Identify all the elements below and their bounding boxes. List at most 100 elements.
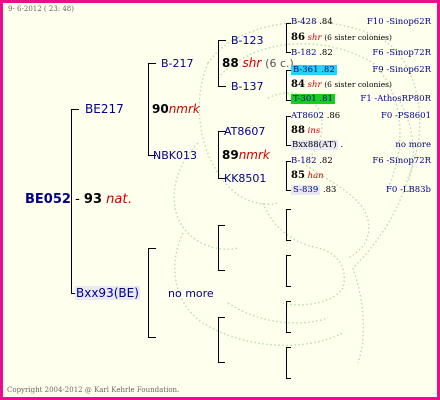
gen2-mother[interactable]: BE217 [85, 102, 124, 116]
gen5-id: B-182 [291, 156, 317, 166]
gen5-id: B-361 [293, 65, 319, 75]
gen5-row[interactable]: Bxx88(AT) . [291, 140, 343, 150]
connector-gen4-7 [286, 301, 287, 333]
gen5-origin: F6 -Sinop72R [372, 48, 431, 58]
connector-gen4-1 [286, 23, 287, 53]
gen3-mf-id[interactable]: NBK013 [153, 149, 197, 162]
gen5-highlighted-entry: B-361 .82 [291, 65, 337, 75]
gen4-a-year: 88 [222, 56, 239, 70]
gen5-note: (6 sister colonies) [324, 80, 392, 89]
gen5-origin: F10 -Sinop62R [366, 17, 431, 27]
gen5-origin: F6 -Sinop72R [372, 156, 431, 166]
connector-gen4-4 [286, 161, 287, 191]
connector-gen3-a [218, 40, 219, 87]
gen5-year: 85 [291, 170, 305, 181]
gen5-mark-row: 84 shr (6 sister colonies) [291, 79, 392, 90]
gen5-origin: F1 -AthosRP80R [360, 94, 431, 104]
connector-gen3-c [218, 225, 219, 271]
gen5-row[interactable]: AT8602 .86 [291, 111, 340, 121]
gen5-year: 88 [291, 125, 305, 136]
gen1-id: BE052 [25, 192, 71, 207]
gen5-id: B-182 [291, 48, 317, 58]
gen5-year: .86 [326, 111, 341, 121]
gen5-origin: F0 -LB83b [385, 185, 431, 195]
gen3-mm-mark: 90nmrk [152, 102, 200, 116]
gen5-origin: F0 -PS8601 [380, 111, 431, 121]
connector-tick [286, 332, 291, 333]
gen5-id: T-301 [293, 94, 317, 104]
gen5-id: Bxx88(AT) [291, 140, 338, 150]
gen4-d-id[interactable]: KK8501 [224, 172, 266, 185]
gen5-row[interactable]: B-361 .82 [291, 65, 337, 75]
connector-gen2-father-bottom [148, 337, 156, 338]
connector-gen3-a-top [218, 40, 226, 41]
gen5-highlighted-entry: T-301 .81 [291, 94, 335, 104]
gen5-year: .82 [321, 65, 335, 75]
gen5-origin: no more [395, 140, 431, 150]
connector-gen2-mother [148, 63, 149, 156]
gen5-year: .83 [322, 185, 337, 195]
connector-gen2-mother-top [148, 63, 156, 64]
gen5-id: S-839 [291, 185, 321, 195]
gen5-mark: han [307, 171, 324, 181]
connector-gen3-c-bottom [218, 270, 225, 271]
gen5-dot: . [340, 140, 344, 150]
gen5-year: .82 [319, 156, 333, 166]
gen5-mark-row: 86 shr (6 sister colonies) [291, 32, 392, 43]
connector-gen3-b [218, 131, 219, 179]
gen1-mark: nat [106, 192, 128, 207]
gen5-year: .82 [319, 48, 333, 58]
gen5-year: .84 [319, 17, 333, 27]
connector-tick [286, 255, 291, 256]
gen4-a-mark: 88 shr (6 c.) [222, 56, 294, 70]
connector-gen1-top [71, 109, 79, 110]
gen5-mark-row: 88 ins [291, 125, 320, 136]
gen5-year: 84 [291, 79, 305, 90]
gen5-mark: shr [307, 33, 322, 43]
connector-gen4-2 [286, 70, 287, 101]
gen5-mark: shr [307, 80, 322, 90]
connector-tick [286, 209, 291, 210]
gen5-row[interactable]: B-182 .82 [291, 48, 333, 58]
connector-gen4-5 [286, 209, 287, 241]
gen1-queen[interactable]: BE052 - 93 nat. [25, 192, 132, 207]
connector-tick [286, 347, 291, 348]
gen4-a-note: (6 c.) [265, 57, 294, 70]
gen5-row[interactable]: T-301 .81 [291, 94, 335, 104]
gen3-mf-mark: 89nmrk [222, 148, 270, 162]
connector-tick [286, 378, 291, 379]
gen1-dot: . [127, 192, 132, 207]
gen5-row[interactable]: S-839 .83 [291, 185, 336, 195]
gen5-origin: F9 -Sinop62R [372, 65, 431, 75]
gen3-mm-id[interactable]: B-217 [161, 57, 194, 70]
gen3-mm-mark-text: nmrk [168, 102, 200, 116]
timestamp: 9- 6-2012 ( 23: 48) [8, 5, 74, 13]
gen5-row[interactable]: B-428 .84 [291, 17, 333, 27]
connector-gen3-a-bottom [218, 86, 226, 87]
connector-gen3-c-top [218, 225, 225, 226]
connector-gen3-d-bottom [218, 362, 225, 363]
connector-tick [286, 286, 291, 287]
connector-gen3-d [218, 317, 219, 363]
gen5-row[interactable]: B-182 .82 [291, 156, 333, 166]
gen3-mm-year: 90 [152, 102, 169, 116]
copyright: Copyright 2004-2012 @ Karl Kehrle Founda… [7, 386, 180, 394]
connector-gen4-8 [286, 347, 287, 379]
gen3-mf-year: 89 [222, 148, 239, 162]
gen4-a-mark-text: shr [242, 56, 262, 70]
gen5-mark-row: 85 han [291, 170, 324, 181]
gen1-year: 93 [83, 192, 103, 207]
gen2-father-note: no more [168, 287, 214, 300]
connector-gen4-6 [286, 255, 287, 287]
connector-tick [286, 240, 291, 241]
connector-gen4-3 [286, 116, 287, 146]
gen5-year: 86 [291, 32, 305, 43]
connector-tick [286, 301, 291, 302]
gen5-year: .81 [319, 94, 333, 104]
gen4-a-id[interactable]: B-123 [231, 34, 264, 47]
gen4-c-id[interactable]: AT8607 [224, 125, 265, 138]
connector-gen3-d-top [218, 317, 225, 318]
gen4-b-id[interactable]: B-137 [231, 80, 264, 93]
connector-gen2-father [148, 248, 149, 338]
gen2-father[interactable]: Bxx93(BE) [75, 286, 140, 300]
